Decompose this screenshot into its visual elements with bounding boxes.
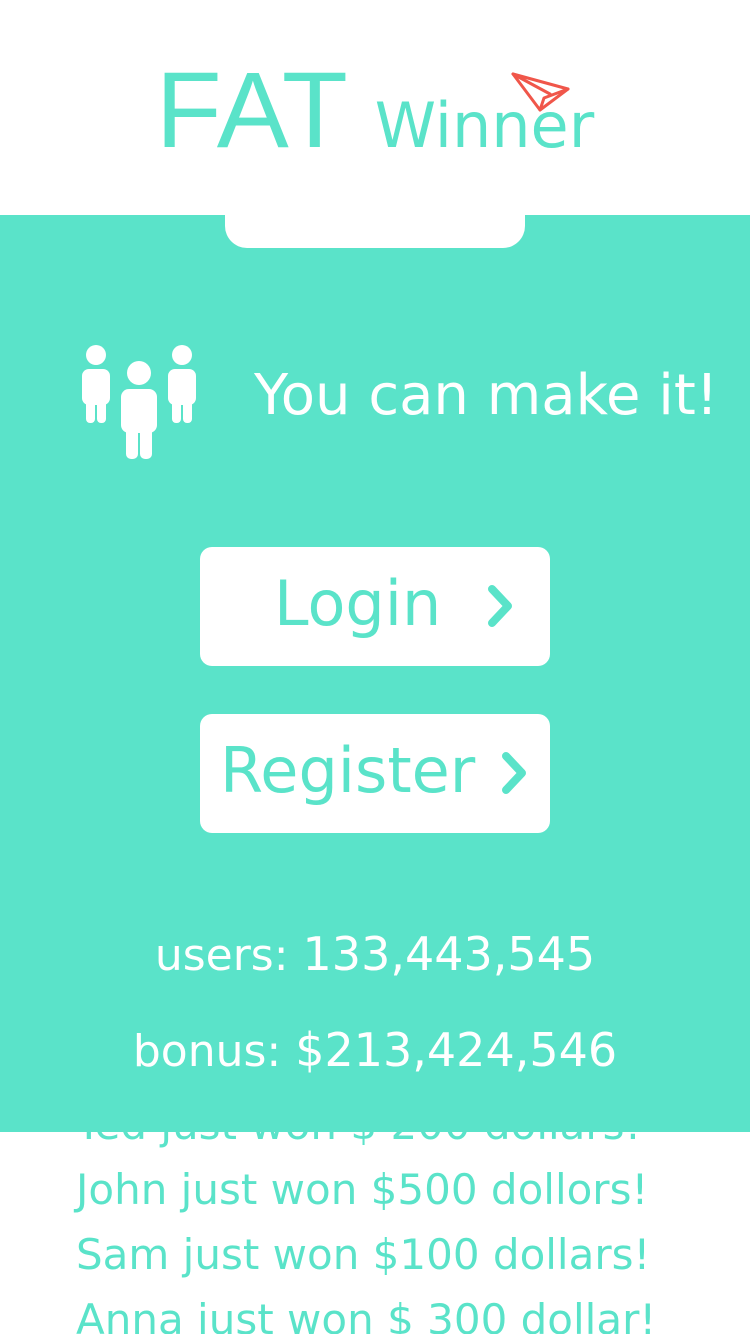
register-button-label: Register [220, 734, 476, 807]
users-count-stat: users: 133,443,545 [0, 927, 750, 981]
chevron-right-icon [502, 752, 526, 794]
app-header: FAT Winner [0, 0, 750, 215]
winners-list: Ted just won $ 200 dollars! John just wo… [76, 1132, 656, 1334]
list-item: Ted just won $ 200 dollars! [76, 1132, 656, 1157]
app-screen: FAT Winner You can make it! Login Regist… [0, 0, 750, 1334]
winners-ticker: Ted just won $ 200 dollars! John just wo… [0, 1132, 750, 1334]
bonus-total-label: bonus: [132, 1026, 296, 1077]
list-item: Anna just won $ 300 dollar! [76, 1295, 657, 1334]
app-logo: FAT Winner [0, 56, 750, 164]
main-panel: You can make it! Login Register users: 1… [0, 215, 750, 1132]
users-group-icon [82, 345, 196, 459]
paper-plane-icon [511, 72, 570, 112]
login-button-label: Login [274, 567, 442, 640]
login-button[interactable]: Login [200, 547, 550, 666]
motto-text: You can make it! [254, 363, 719, 428]
list-item: John just won $500 dollors! [76, 1165, 649, 1214]
bonus-total-stat: bonus: $213,424,546 [0, 1023, 750, 1077]
panel-tab-notch [225, 215, 525, 248]
list-item: Sam just won $100 dollars! [76, 1230, 651, 1279]
chevron-right-icon [488, 585, 512, 627]
logo-main-text: FAT [155, 49, 349, 170]
users-count-label: users: [154, 930, 303, 981]
users-count-value: 133,443,545 [302, 927, 596, 981]
register-button[interactable]: Register [200, 714, 550, 833]
bonus-total-value: $213,424,546 [295, 1023, 618, 1077]
